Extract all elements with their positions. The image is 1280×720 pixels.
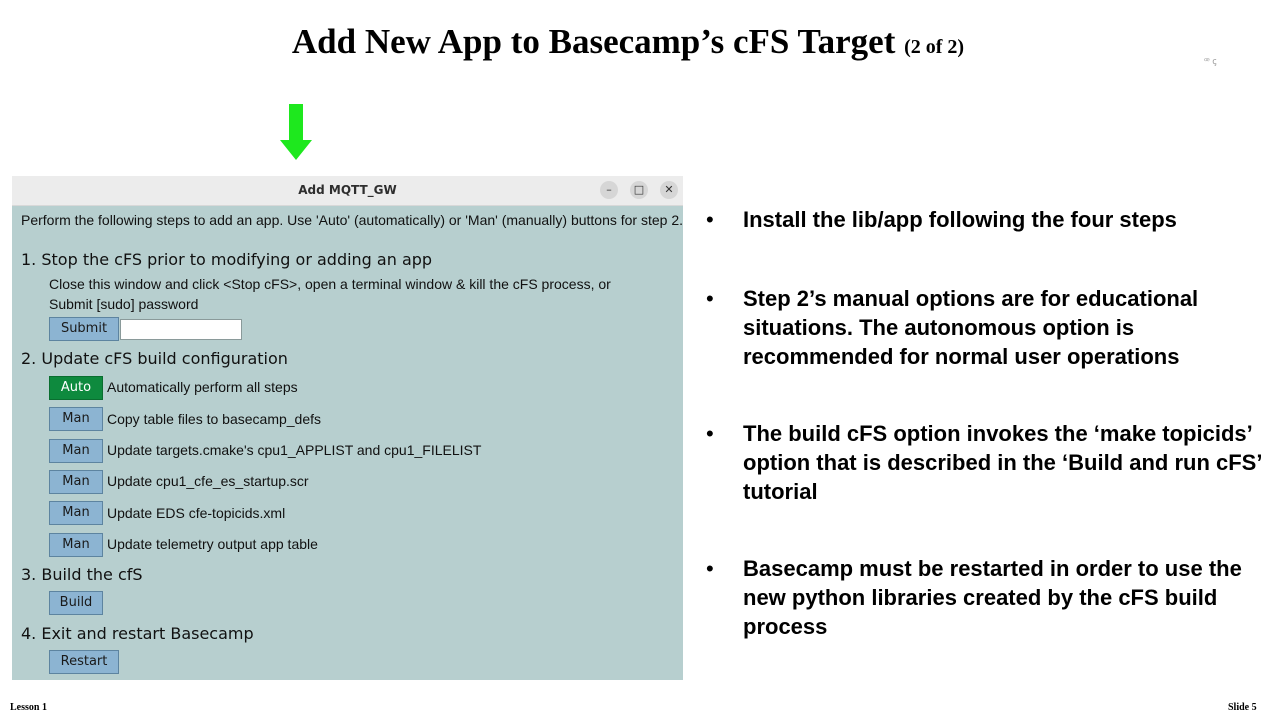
bullet-dot: • — [706, 286, 714, 311]
auto-step-label: Automatically perform all steps — [107, 379, 298, 395]
auto-button[interactable]: Auto — [49, 376, 103, 400]
slide-title: Add New App to Basecamp’s cFS Target (2 … — [0, 22, 1256, 62]
close-icon[interactable]: ✕ — [660, 181, 678, 199]
slide-title-suffix: (2 of 2) — [904, 36, 965, 58]
bullet-text: The build cFS option invokes the ‘make t… — [743, 421, 1262, 504]
update-startup-label: Update cpu1_cfe_es_startup.scr — [107, 473, 309, 489]
slide-title-text: Add New App to Basecamp’s cFS Target — [291, 22, 896, 61]
step1-note-line2: Submit [sudo] password — [49, 296, 199, 312]
step2-heading: 2. Update cFS build configuration — [21, 349, 288, 368]
step1-heading: 1. Stop the cFS prior to modifying or ad… — [21, 250, 433, 269]
bullet-text: Install the lib/app following the four s… — [743, 207, 1177, 232]
down-arrow-icon — [280, 104, 312, 160]
dialog-title: Add MQTT_GW — [298, 183, 397, 197]
update-targets-label: Update targets.cmake's cpu1_APPLIST and … — [107, 442, 482, 458]
build-button[interactable]: Build — [49, 591, 103, 615]
bullet-dot: • — [706, 556, 714, 581]
man-update-startup-button[interactable]: Man — [49, 470, 103, 494]
restart-button[interactable]: Restart — [49, 650, 119, 674]
man-update-telemetry-button[interactable]: Man — [49, 533, 103, 557]
update-telemetry-label: Update telemetry output app table — [107, 536, 318, 552]
password-input[interactable] — [120, 319, 242, 340]
corner-mark: ꟹ ꞔ — [1204, 56, 1217, 66]
man-update-eds-button[interactable]: Man — [49, 501, 103, 525]
bullet-dot: • — [706, 421, 714, 446]
step1-note-line1: Close this window and click <Stop cFS>, … — [49, 276, 611, 292]
footer-slide-number: Slide 5 — [1228, 702, 1257, 713]
footer-lesson: Lesson 1 — [10, 702, 47, 713]
bullet-text: Step 2’s manual options are for educatio… — [743, 286, 1199, 369]
man-update-targets-button[interactable]: Man — [49, 439, 103, 463]
minimize-icon[interactable]: – — [600, 181, 618, 199]
submit-button[interactable]: Submit — [49, 317, 119, 341]
dialog-instructions: Perform the following steps to add an ap… — [21, 212, 683, 228]
dialog-titlebar: Add MQTT_GW – □ ✕ — [12, 176, 683, 206]
copy-tables-label: Copy table files to basecamp_defs — [107, 411, 322, 427]
add-app-dialog: Add MQTT_GW – □ ✕ Perform the following … — [12, 176, 683, 680]
step3-heading: 3. Build the cfS — [21, 565, 143, 584]
man-copy-tables-button[interactable]: Man — [49, 407, 103, 431]
bullet-dot: • — [706, 207, 714, 232]
bullet-text: Basecamp must be restarted in order to u… — [743, 556, 1242, 639]
step4-heading: 4. Exit and restart Basecamp — [21, 624, 254, 643]
maximize-icon[interactable]: □ — [630, 181, 648, 199]
update-eds-label: Update EDS cfe-topicids.xml — [107, 505, 286, 521]
